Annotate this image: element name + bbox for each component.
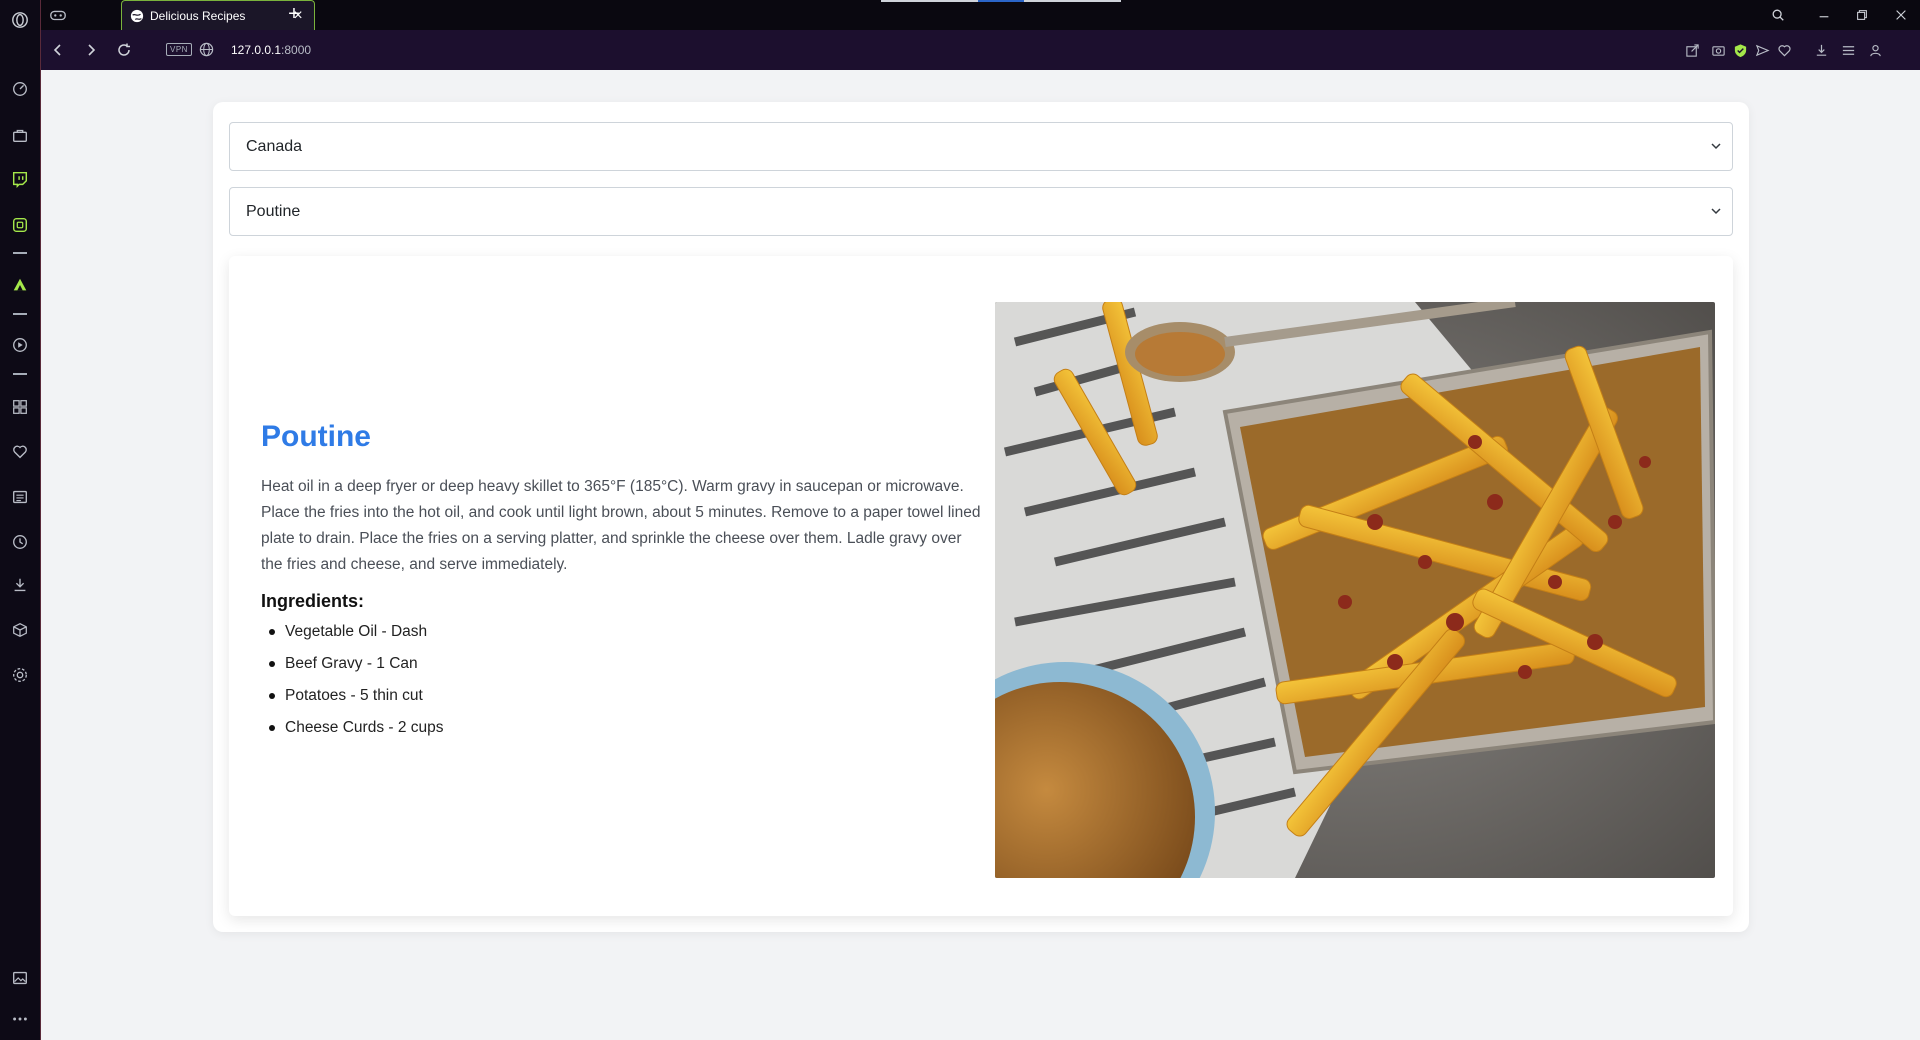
vpn-badge[interactable]: VPN <box>166 43 192 56</box>
restore-icon[interactable] <box>1851 4 1873 26</box>
browser-sidebar <box>0 0 41 1040</box>
url-host: 127.0.0.1 <box>231 43 282 57</box>
recipe-container: Canada Poutine Poutine Heat oil in a dee… <box>213 102 1749 932</box>
reload-button[interactable] <box>113 39 135 61</box>
recipe-title: Poutine <box>261 420 371 453</box>
url-port: :8000 <box>281 43 312 57</box>
country-select-value: Canada <box>246 137 303 155</box>
adblock-shield-icon[interactable] <box>1730 40 1750 60</box>
twitch-icon[interactable] <box>9 168 31 190</box>
chevron-down-icon <box>1711 208 1721 215</box>
camera-icon[interactable] <box>1708 40 1728 60</box>
sidebar-divider <box>13 313 27 315</box>
dish-select[interactable]: Poutine <box>229 187 1733 236</box>
download-icon[interactable] <box>1811 40 1831 60</box>
tab-strip-indicator <box>881 0 1121 2</box>
chat-icon[interactable] <box>9 214 31 236</box>
profile-icon[interactable] <box>1865 40 1885 60</box>
aria-icon[interactable] <box>9 274 31 296</box>
ingredient-text: Beef Gravy - 1 Can <box>285 655 418 672</box>
globe-icon <box>130 9 144 22</box>
back-button[interactable] <box>47 39 69 61</box>
tab-bar: Delicious Recipes × + <box>41 0 1920 30</box>
minimize-icon[interactable] <box>1813 4 1835 26</box>
gamepad-icon[interactable] <box>49 6 67 24</box>
bag-icon[interactable] <box>9 124 31 146</box>
ingredients-list: Vegetable Oil - Dash Beef Gravy - 1 Can … <box>261 616 444 744</box>
recipe-instructions: Heat oil in a deep fryer or deep heavy s… <box>261 478 981 573</box>
ingredient-text: Vegetable Oil - Dash <box>285 623 428 640</box>
heart-icon[interactable] <box>9 441 31 463</box>
downloads-icon[interactable] <box>9 574 31 596</box>
box-icon[interactable] <box>9 619 31 641</box>
dish-select-value: Poutine <box>246 202 301 220</box>
sidebar-divider <box>13 252 27 254</box>
poutine-image <box>995 302 1715 878</box>
opera-logo-icon[interactable] <box>9 9 31 31</box>
list-item: Vegetable Oil - Dash <box>261 616 444 648</box>
recipe-photo <box>995 302 1715 878</box>
country-select[interactable]: Canada <box>229 122 1733 171</box>
bookmark-heart-icon[interactable] <box>1774 40 1794 60</box>
site-info-globe-icon[interactable] <box>199 42 214 57</box>
new-tab-button[interactable]: + <box>282 2 306 26</box>
url-field[interactable]: 127.0.0.1:8000 <box>231 43 311 57</box>
list-item: Potatoes - 5 thin cut <box>261 680 444 712</box>
player-icon[interactable] <box>9 334 31 356</box>
forward-button[interactable] <box>80 39 102 61</box>
chevron-down-icon <box>1711 143 1721 150</box>
search-tabs-icon[interactable] <box>1767 4 1789 26</box>
page-viewport: Canada Poutine Poutine Heat oil in a dee… <box>41 70 1920 1040</box>
close-window-icon[interactable] <box>1890 4 1912 26</box>
gallery-icon[interactable] <box>9 967 31 989</box>
address-bar: VPN 127.0.0.1:8000 <box>41 30 1920 70</box>
list-item: Cheese Curds - 2 cups <box>261 712 444 744</box>
send-icon[interactable] <box>1752 40 1772 60</box>
more-icon[interactable] <box>9 1008 31 1030</box>
settings-icon[interactable] <box>9 664 31 686</box>
tab-title: Delicious Recipes <box>150 8 246 23</box>
sidebar-divider <box>13 373 27 375</box>
recipe-card: Poutine Heat oil in a deep fryer or deep… <box>229 256 1733 916</box>
ingredient-text: Cheese Curds - 2 cups <box>285 719 444 736</box>
ingredient-text: Potatoes - 5 thin cut <box>285 687 423 704</box>
history-icon[interactable] <box>9 531 31 553</box>
share-icon[interactable] <box>1682 40 1702 60</box>
list-item: Beef Gravy - 1 Can <box>261 648 444 680</box>
easy-setup-icon[interactable] <box>1838 40 1858 60</box>
ingredients-heading: Ingredients: <box>261 591 365 611</box>
workspaces-icon[interactable] <box>9 396 31 418</box>
news-icon[interactable] <box>9 486 31 508</box>
speed-dial-icon[interactable] <box>9 78 31 100</box>
